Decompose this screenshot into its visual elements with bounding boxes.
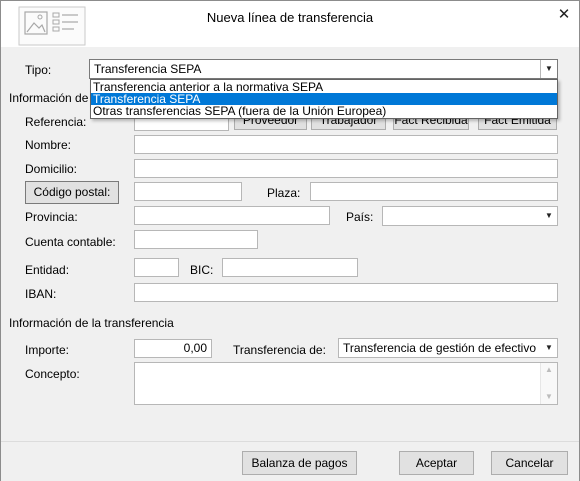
iban-input[interactable] <box>134 283 558 302</box>
codigo-postal-input[interactable] <box>134 182 242 201</box>
concepto-textarea[interactable]: ▲ ▼ <box>134 362 558 405</box>
tipo-select-value: Transferencia SEPA <box>94 62 202 76</box>
transferencia-de-select[interactable]: Transferencia de gestión de efectivo ▼ <box>338 338 558 358</box>
tipo-dropdown-list: Transferencia anterior a la normativa SE… <box>90 79 558 119</box>
concepto-scrollbar[interactable]: ▲ ▼ <box>540 363 557 404</box>
importe-label: Importe: <box>25 343 70 357</box>
transfer-section-title: Información de la transferencia <box>9 316 174 330</box>
plaza-label: Plaza: <box>267 186 301 200</box>
concepto-label: Concepto: <box>25 367 80 381</box>
provincia-label: Provincia: <box>25 210 78 224</box>
tipo-option-otras-sepa[interactable]: Otras transferencias SEPA (fuera de la U… <box>91 105 557 117</box>
dialog-window: Nueva línea de transferencia ✕ Tipo: Tra… <box>0 0 580 481</box>
pais-select[interactable]: ▼ <box>382 206 558 226</box>
bic-input[interactable] <box>222 258 358 277</box>
importe-input[interactable]: 0,00 <box>134 339 212 358</box>
domicilio-label: Domicilio: <box>25 162 78 176</box>
cuenta-contable-label: Cuenta contable: <box>25 235 116 249</box>
entidad-label: Entidad: <box>25 263 70 277</box>
chevron-down-icon[interactable]: ▼ <box>540 60 557 78</box>
pais-label: País: <box>346 210 374 224</box>
codigo-postal-button[interactable]: Código postal: <box>25 181 119 204</box>
balanza-de-pagos-button[interactable]: Balanza de pagos <box>242 451 357 475</box>
close-icon[interactable]: ✕ <box>551 4 577 26</box>
nombre-label: Nombre: <box>25 138 72 152</box>
cancelar-button[interactable]: Cancelar <box>491 451 568 475</box>
entidad-input[interactable] <box>134 258 179 277</box>
chevron-down-icon[interactable]: ▼ <box>541 207 557 225</box>
plaza-input[interactable] <box>310 182 558 201</box>
transferencia-de-value: Transferencia de gestión de efectivo <box>343 341 537 355</box>
domicilio-input[interactable] <box>134 159 558 178</box>
dialog-title: Nueva línea de transferencia <box>206 10 374 25</box>
tipo-label: Tipo: <box>25 63 52 77</box>
bic-label: BIC: <box>190 263 214 277</box>
provincia-input[interactable] <box>134 206 330 225</box>
iban-label: IBAN: <box>25 287 57 301</box>
referencia-label: Referencia: <box>25 115 87 129</box>
transferencia-de-label: Transferencia de: <box>233 343 326 357</box>
cuenta-contable-input[interactable] <box>134 230 258 249</box>
aceptar-button[interactable]: Aceptar <box>399 451 474 475</box>
chevron-down-icon[interactable]: ▼ <box>541 339 557 357</box>
scroll-up-icon[interactable]: ▲ <box>541 363 557 377</box>
nombre-input[interactable] <box>134 135 558 154</box>
tipo-select[interactable]: Transferencia SEPA ▼ <box>89 59 558 79</box>
title-bar: Nueva línea de transferencia ✕ <box>1 1 579 47</box>
scroll-down-icon[interactable]: ▼ <box>541 390 557 404</box>
recipient-section-title: Información de <box>9 91 89 105</box>
